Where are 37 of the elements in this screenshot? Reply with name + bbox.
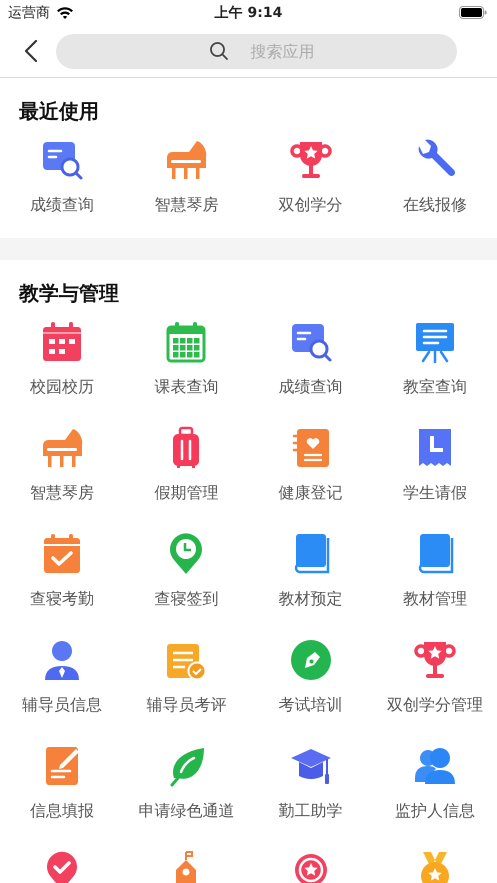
status-time: 上午 9:14 [214, 4, 282, 22]
app-label[interactable]: 查寝考勤 [30, 588, 94, 610]
app-label[interactable]: 辅导员考评 [146, 694, 226, 716]
app-label[interactable]: 信息填报 [30, 800, 94, 822]
app-label[interactable]: 申请绿色通道 [138, 800, 234, 822]
app-label[interactable]: 教室查询 [402, 376, 467, 398]
app-label[interactable]: 双创学分 [278, 194, 343, 216]
app-label[interactable]: 学生请假 [402, 482, 467, 504]
app-label[interactable]: 成绩查询 [278, 376, 343, 398]
app-label[interactable]: 教材管理 [402, 588, 467, 610]
app-label[interactable]: 教材预定 [278, 588, 343, 610]
piano-icon[interactable] [40, 426, 84, 470]
pen-nib-icon[interactable] [288, 638, 333, 682]
app-label[interactable]: 查寝签到 [154, 588, 218, 610]
piano-icon[interactable] [164, 138, 208, 182]
battery-icon [459, 6, 487, 19]
app-label[interactable]: 健康登记 [278, 482, 343, 504]
app-label[interactable]: 智慧琴房 [154, 194, 218, 216]
app-label[interactable]: 课表查询 [154, 376, 218, 398]
wifi-icon [56, 6, 74, 19]
search-icon [208, 40, 228, 60]
app-label[interactable]: 勤工助学 [278, 800, 343, 822]
section-title: 最近使用 [19, 98, 100, 124]
section-title: 教学与管理 [19, 280, 120, 306]
search-field[interactable]: 搜索应用 [56, 34, 457, 68]
app-label[interactable]: 在线报修 [402, 194, 467, 216]
app-label[interactable]: 成绩查询 [30, 194, 94, 216]
carrier-name: 运营商 [8, 4, 50, 22]
app-label[interactable]: 双创学分管理 [386, 694, 483, 716]
app-label[interactable]: 智慧琴房 [30, 482, 94, 504]
app-label[interactable]: 辅导员信息 [22, 694, 102, 716]
app-label[interactable]: 考试培训 [278, 694, 343, 716]
calendar-icon[interactable] [164, 320, 208, 364]
back-button[interactable] [22, 37, 40, 65]
app-label[interactable]: 监护人信息 [394, 800, 475, 822]
app-label[interactable]: 校园校历 [30, 376, 94, 398]
app-label[interactable]: 假期管理 [154, 482, 218, 504]
